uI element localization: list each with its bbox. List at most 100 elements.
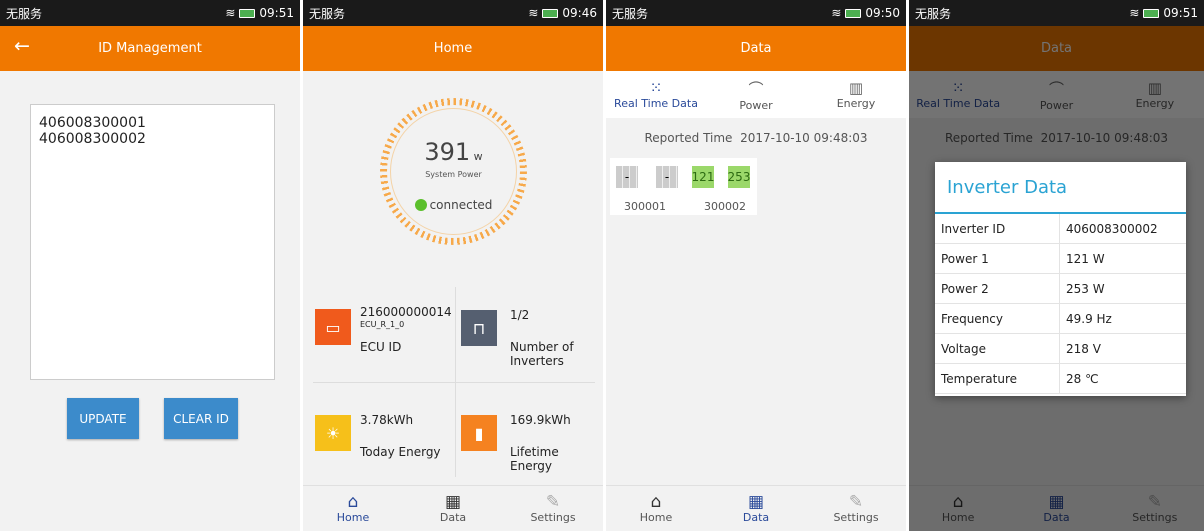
table-row: Voltage 218 V: [935, 334, 1186, 364]
battery-icon: [845, 8, 862, 18]
inverter-grid: - - 300001 121 253 300002: [610, 158, 757, 215]
system-power-label: System Power: [425, 170, 482, 179]
status-bar: 无服务 ≋ 09:51: [0, 0, 300, 26]
table-row: Temperature 28 ℃: [935, 364, 1186, 394]
system-power-readout: 391 w: [380, 138, 527, 166]
page-title: Data: [740, 41, 772, 56]
subtab-label: Real Time Data: [614, 97, 698, 110]
inverter-id: 300002: [704, 200, 746, 213]
tab-data[interactable]: ▦Data: [706, 486, 806, 531]
tab-home[interactable]: ⌂Home: [606, 486, 706, 531]
ecu-id-value: 216000000014: [360, 305, 452, 319]
lifetime-energy-label: Lifetime Energy: [510, 445, 559, 473]
inverters-value: 1/2: [510, 308, 530, 322]
page-title: ID Management: [98, 41, 202, 56]
bar-chart-icon: ▥: [848, 79, 864, 97]
row-key: Power 2: [935, 274, 1060, 303]
battery-icon: [542, 8, 559, 18]
tab-label: Settings: [530, 511, 576, 524]
reported-value: 2017-10-10 09:48:03: [740, 131, 868, 145]
clock: 09:46: [562, 6, 597, 20]
dialog-title: Inverter Data: [935, 162, 1186, 214]
screen-id-management: 无服务 ≋ 09:51 ← ID Management 406008300001 …: [0, 0, 300, 531]
inverter-data-dialog: Inverter Data Inverter ID 406008300002 Po…: [935, 162, 1186, 396]
status-bar: 无服务 ≋ 09:50: [606, 0, 906, 26]
carrier-text: 无服务: [6, 6, 43, 21]
tab-label: Home: [639, 511, 673, 524]
panel-cell[interactable]: 121: [692, 166, 714, 188]
back-arrow-icon[interactable]: ←: [14, 35, 30, 57]
connection-text: connected: [429, 198, 493, 212]
table-row: Inverter ID 406008300002: [935, 214, 1186, 244]
panel-cell[interactable]: 253: [728, 166, 750, 188]
today-energy-value: 3.78kWh: [360, 413, 414, 427]
tab-energy[interactable]: ▥Energy: [806, 71, 906, 118]
home-icon: ⌂: [650, 492, 662, 512]
row-key: Power 1: [935, 244, 1060, 273]
reported-time: Reported Time 2017-10-10 09:48:03: [606, 131, 906, 145]
carrier-text: 无服务: [309, 6, 346, 21]
panel-cell[interactable]: -: [616, 166, 638, 188]
tab-settings[interactable]: ✎Settings: [806, 486, 906, 531]
battery-energy-icon: ▮: [461, 415, 497, 451]
carrier-text: 无服务: [915, 6, 952, 21]
row-value: 121 W: [1066, 251, 1105, 266]
row-value: 406008300002: [1066, 221, 1158, 236]
wrench-icon: ✎: [545, 492, 561, 512]
row-key: Temperature: [935, 364, 1060, 393]
data-subtabs: ⁙Real Time Data ⌒Power ▥Energy: [606, 71, 906, 118]
status-dot-icon: [414, 199, 427, 211]
row-value: 49.9 Hz: [1066, 311, 1112, 326]
subtab-label: Energy: [836, 97, 876, 110]
row-key: Inverter ID: [935, 214, 1060, 243]
table-row: Frequency 49.9 Hz: [935, 304, 1186, 334]
row-value: 253 W: [1066, 281, 1105, 296]
tab-power[interactable]: ⌒Power: [706, 71, 806, 118]
wrench-icon: ✎: [848, 492, 864, 512]
inverter-icon: ⊓: [461, 310, 497, 346]
table-row: Power 1 121 W: [935, 244, 1186, 274]
tab-label: Data: [742, 511, 770, 524]
id-line: 406008300002: [39, 131, 146, 147]
tab-label: Settings: [833, 511, 879, 524]
clock: 09:50: [865, 6, 900, 20]
row-value: 218 V: [1066, 341, 1101, 356]
clear-id-button[interactable]: CLEAR ID: [164, 398, 238, 439]
panel-cell[interactable]: -: [656, 166, 678, 188]
update-button[interactable]: UPDATE: [67, 398, 139, 439]
tab-settings[interactable]: ✎Settings: [503, 486, 603, 531]
app-bar: Home: [303, 26, 603, 71]
row-value: 28 ℃: [1066, 371, 1099, 386]
id-textarea[interactable]: 406008300001 406008300002: [30, 104, 275, 380]
tab-real-time-data[interactable]: ⁙Real Time Data: [606, 71, 706, 118]
wifi-icon: ≋: [528, 6, 539, 20]
status-bar: 无服务 ≋ 09:46: [303, 0, 603, 26]
ecu-id-label: ECU ID: [360, 340, 402, 354]
screen-inverter-dialog: 无服务 ≋09:51 Data ⁙Real Time Data ⌒Power ▥…: [909, 0, 1204, 531]
id-line: 406008300001: [39, 115, 146, 131]
tab-home[interactable]: ⌂Home: [303, 486, 403, 531]
curve-icon: ⌒: [748, 79, 764, 98]
home-icon: ⌂: [347, 492, 359, 512]
today-energy-label: Today Energy: [360, 445, 441, 459]
page-title: Home: [433, 41, 473, 56]
clock: 09:51: [259, 6, 294, 20]
ecu-version: ECU_R_1_0: [360, 320, 405, 329]
clock: 09:51: [1163, 6, 1198, 20]
screen-data: 无服务 ≋ 09:50 Data ⁙ Real Time Data ⌒ Power ▥…: [606, 0, 906, 531]
power-unit: w: [473, 150, 483, 163]
screen-home: 无服务 ≋ 09:46 Home 391 w System Power conne…: [303, 0, 603, 531]
sun-icon: ☀: [315, 415, 351, 451]
status-bar: 无服务 ≋ 09:51: [909, 0, 1204, 26]
wifi-icon: ≋: [831, 6, 842, 20]
lifetime-energy-value: 169.9kWh: [510, 413, 571, 427]
power-value: 391: [424, 138, 471, 166]
row-key: Voltage: [935, 334, 1060, 363]
wifi-icon: ≋: [1129, 6, 1140, 20]
inverter-id: 300001: [624, 200, 666, 213]
ecu-icon: ▭: [315, 309, 351, 345]
tab-data[interactable]: ▦Data: [403, 486, 503, 531]
carrier-text: 无服务: [612, 6, 649, 21]
reported-label: Reported Time: [644, 131, 733, 145]
bottom-tab-bar: ⌂Home ▦Data ✎Settings: [606, 485, 906, 531]
